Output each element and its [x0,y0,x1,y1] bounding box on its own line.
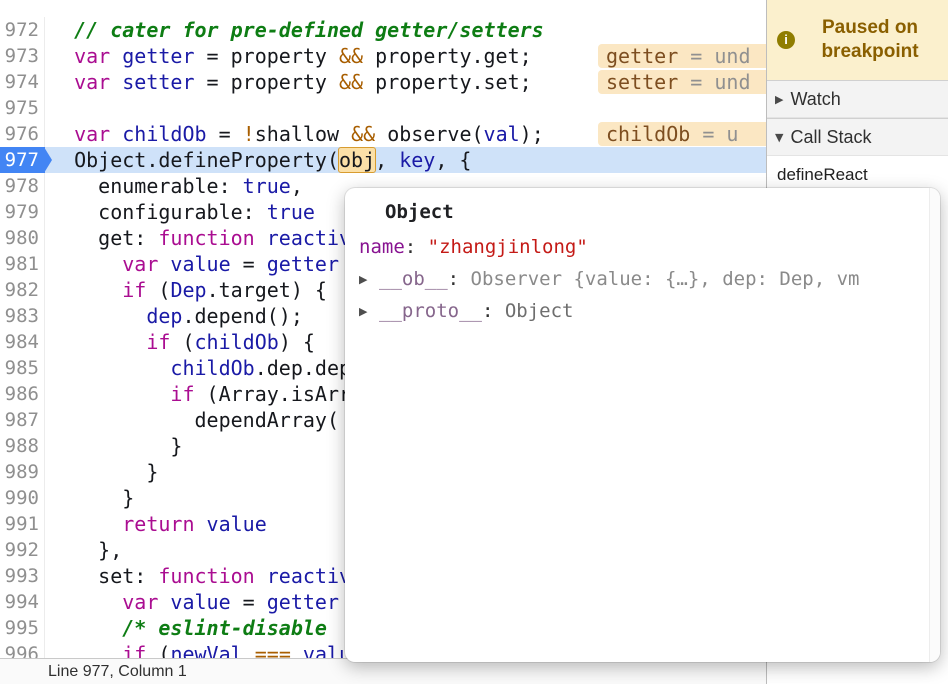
code-line: 977 Object.defineProperty(obj, key, { [0,147,766,173]
code-text[interactable] [45,95,766,121]
code-line: 975 [0,95,766,121]
expand-arrow-icon[interactable]: ▶ [359,305,379,318]
property-separator: : [481,300,505,322]
paused-banner: i Paused on breakpoint [767,0,948,80]
line-number[interactable]: 972 [0,17,45,43]
line-number[interactable]: 975 [0,95,45,121]
code-line: 974 var setter = property && property.se… [0,69,766,95]
property-name: __proto__ [379,300,482,322]
line-number[interactable]: 987 [0,407,45,433]
line-number[interactable]: 989 [0,459,45,485]
chevron-down-icon: ▼ [775,130,784,144]
property-list: name: "zhangjinlong" ▶ __ob__: Observer {v… [345,231,940,327]
code-text[interactable]: var getter = property && property.get; ge… [45,43,766,69]
line-number[interactable]: 979 [0,199,45,225]
code-text[interactable]: var childOb = !shallow && observe(val); c… [45,121,766,147]
property-row[interactable]: ▶ __proto__: Object [345,295,940,327]
call-stack-section-header[interactable]: ▼ Call Stack [767,118,948,156]
line-number[interactable]: 980 [0,225,45,251]
line-number[interactable]: 981 [0,251,45,277]
line-number[interactable]: 985 [0,355,45,381]
chevron-right-icon: ▶ [775,92,784,106]
devtools-sources-panel: 972 // cater for pre-defined getter/sett… [0,0,948,684]
line-number[interactable]: 992 [0,537,45,563]
line-number[interactable]: 993 [0,563,45,589]
line-number[interactable]: 988 [0,433,45,459]
code-text[interactable]: // cater for pre-defined getter/setters [45,17,766,43]
watch-section-label: Watch [790,88,841,109]
object-inspector-popup: Object name: "zhangjinlong" ▶ __ob__: Obse… [345,188,940,662]
line-number[interactable]: 973 [0,43,45,69]
line-number[interactable]: 983 [0,303,45,329]
popup-scrollbar[interactable] [929,188,940,662]
line-number[interactable]: 982 [0,277,45,303]
code-line: 976 var childOb = !shallow && observe(va… [0,121,766,147]
code-text[interactable]: Object.defineProperty(obj, key, { [45,147,766,173]
code-line: 973 var getter = property && property.ge… [0,43,766,69]
line-number[interactable]: 994 [0,589,45,615]
line-number[interactable]: 990 [0,485,45,511]
popup-title: Object [385,201,454,223]
inline-value-badge: childOb = u [598,122,766,146]
property-value: Object [504,300,574,322]
property-value: Observer {value: {…}, dep: Dep, vm [470,268,860,290]
watch-section-header[interactable]: ▶ Watch [767,80,948,118]
info-icon: i [777,31,795,49]
property-name: __ob__ [379,268,448,290]
line-number[interactable]: 984 [0,329,45,355]
inline-value-badge: setter = und [598,70,766,94]
property-separator: : [447,268,471,290]
property-value: "zhangjinlong" [427,236,588,258]
property-row[interactable]: ▶ __ob__: Observer {value: {…}, dep: Dep,… [345,263,940,295]
expand-arrow-icon[interactable]: ▶ [359,273,379,286]
line-number[interactable]: 995 [0,615,45,641]
call-stack-section-label: Call Stack [790,126,872,147]
line-number[interactable]: 974 [0,69,45,95]
line-number[interactable]: 986 [0,381,45,407]
code-line: 972 // cater for pre-defined getter/sett… [0,17,766,43]
execution-line-number[interactable]: 977 [0,147,52,173]
paused-banner-text: Paused on breakpoint [821,17,919,62]
property-separator: : [404,236,428,258]
evaluated-token[interactable]: obj [337,147,377,173]
property-row[interactable]: name: "zhangjinlong" [345,231,940,263]
inline-value-badge: getter = und [598,44,766,68]
cursor-position: Line 977, Column 1 [48,663,187,680]
line-number[interactable]: 991 [0,511,45,537]
line-number[interactable]: 976 [0,121,45,147]
code-text[interactable]: var setter = property && property.set; se… [45,69,766,95]
property-name: name [359,236,405,258]
line-number[interactable]: 978 [0,173,45,199]
